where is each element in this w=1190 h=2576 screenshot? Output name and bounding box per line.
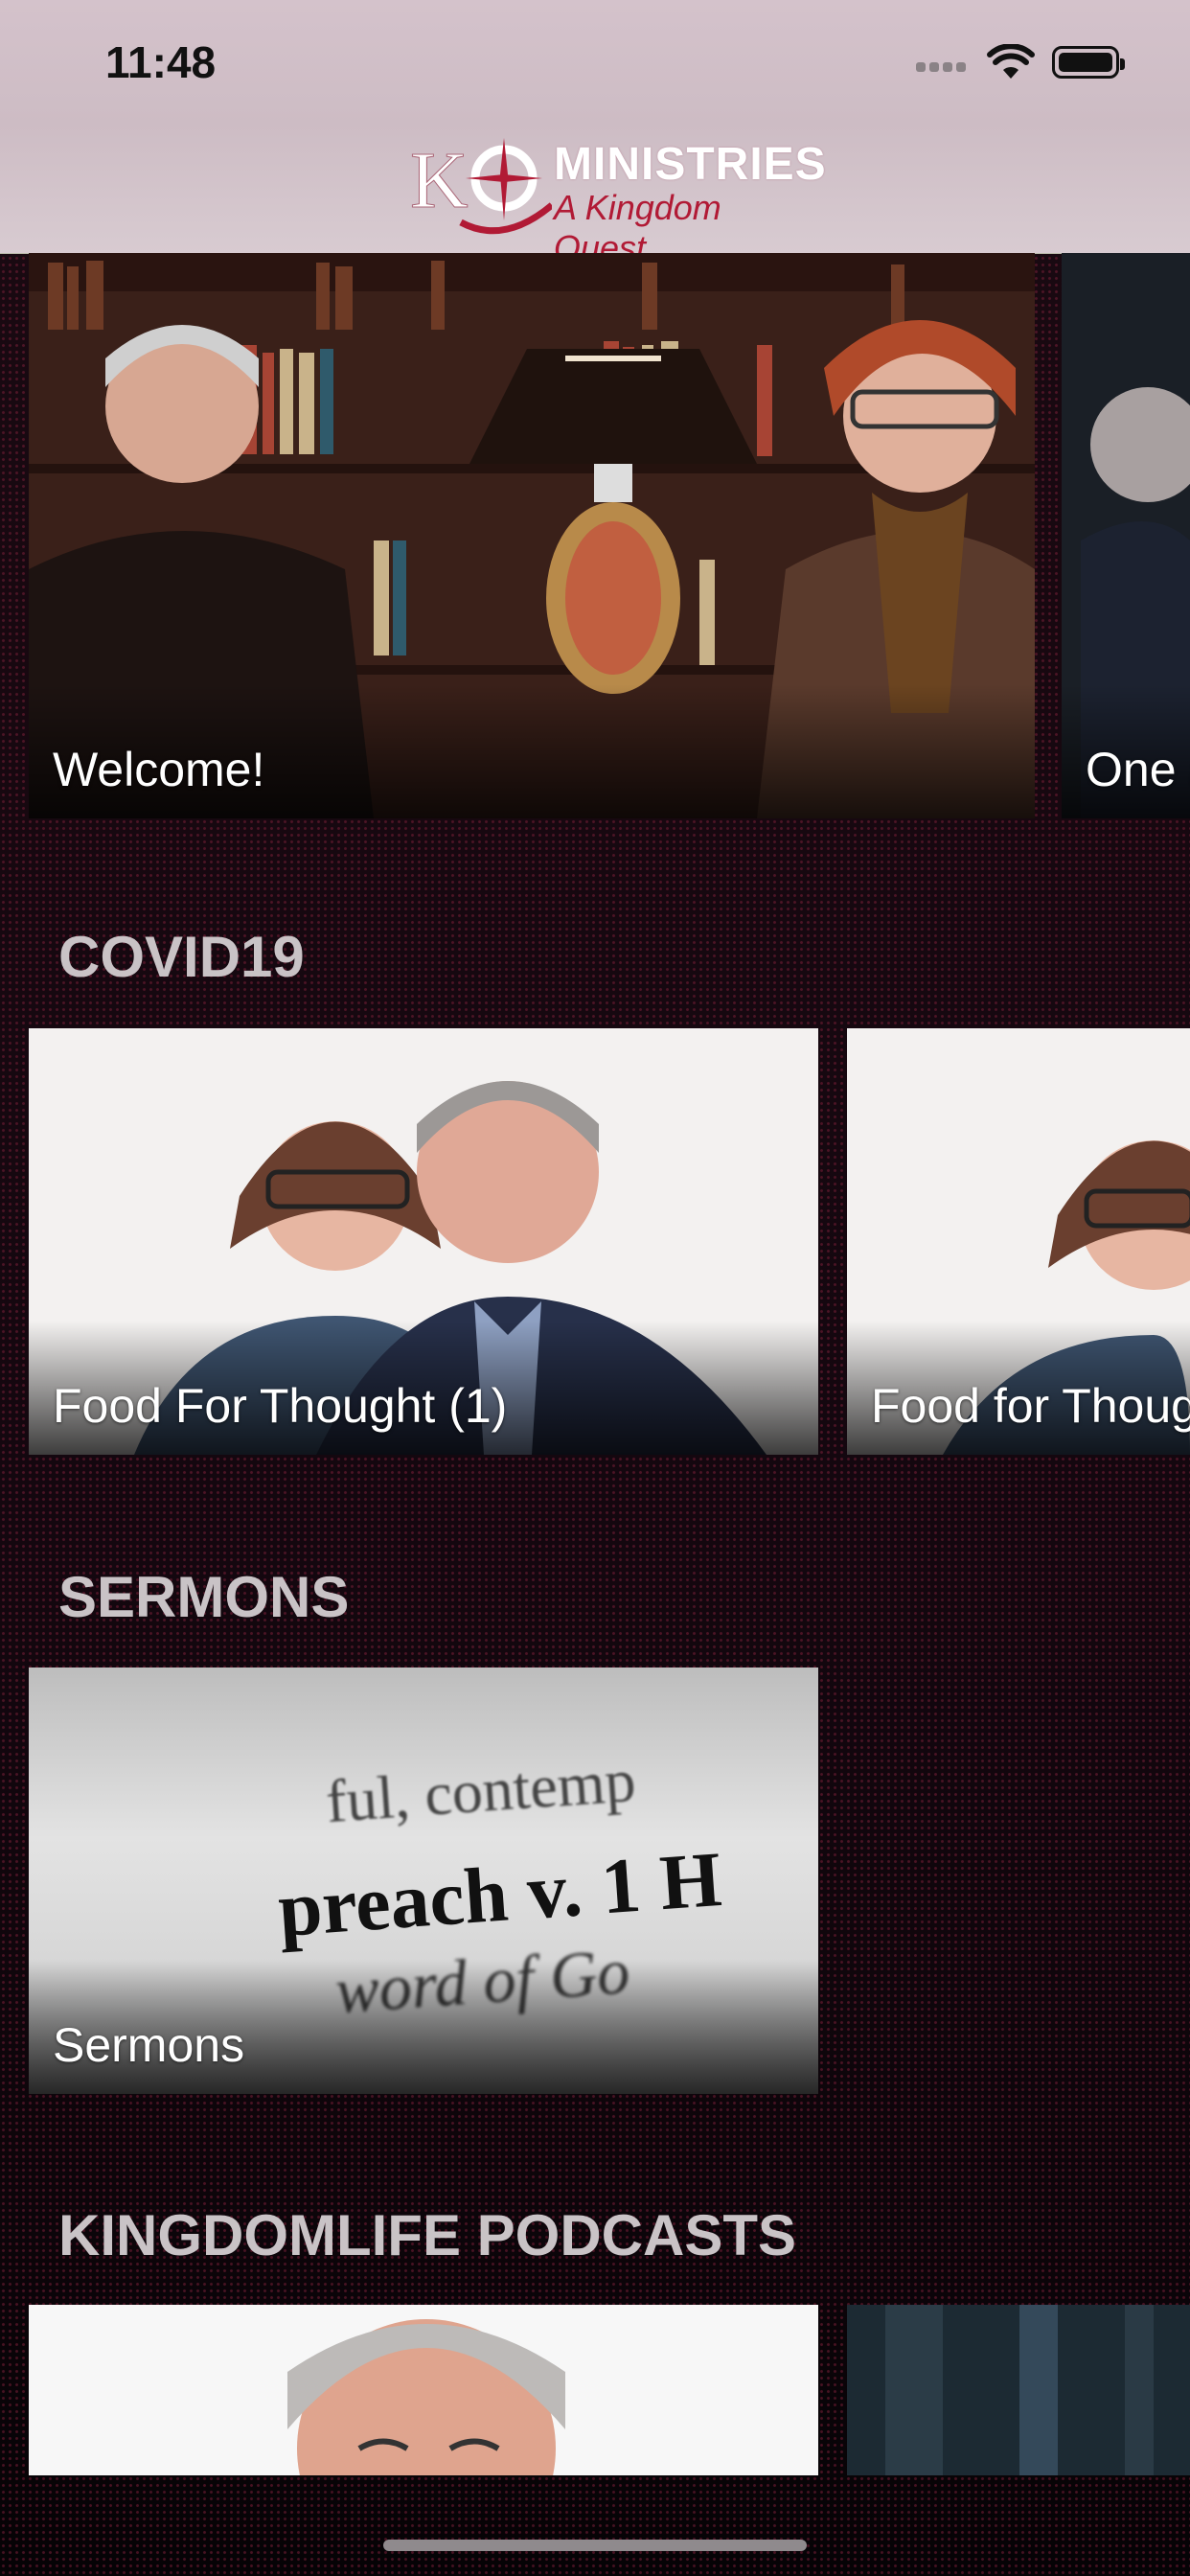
battery-icon [1052,46,1125,79]
svg-text:K: K [410,136,469,225]
dictionary-line: ful, contemp [323,1745,638,1836]
ministry-logo[interactable]: K MINISTRIES A Kingdom Quest [408,128,826,268]
section-title-covid19: COVID19 [58,925,305,989]
podcast-card-2[interactable] [847,2305,1190,2475]
home-indicator[interactable] [383,2540,807,2551]
card-caption: Food For Thought (1) [53,1379,508,1433]
featured-card-second[interactable]: One a [1062,253,1190,818]
podcast-card-1[interactable] [29,2305,818,2475]
sermons-card[interactable]: ful, contemp preach v. 1 H word of Go Se… [29,1668,818,2094]
wifi-icon [987,44,1035,79]
status-time: 11:48 [105,37,217,87]
podcast-host-thumbnail [29,2305,818,2475]
featured-card-welcome[interactable]: Welcome! [29,253,1035,818]
kq-logo-mark-icon: K [410,136,552,235]
card-caption: Sermons [53,2018,245,2072]
card-caption: Food for Thoug [871,1379,1190,1433]
section-title-kingdomlife-podcasts: KINGDOMLIFE PODCASTS [58,2203,797,2267]
dictionary-line: preach v. 1 H [275,1834,724,1954]
featured-caption: Welcome! [53,743,265,796]
status-bar: 11:48 [0,0,1190,125]
featured-caption: One a [1086,743,1190,796]
cellular-signal-icon [916,59,972,73]
section-title-sermons: SERMONS [58,1565,350,1629]
covid-card-food-for-thought-2[interactable]: Food for Thoug [847,1028,1190,1455]
logo-brand-text: MINISTRIES [554,139,827,190]
podcast-thumbnail [847,2305,1190,2475]
covid-card-food-for-thought-1[interactable]: Food For Thought (1) [29,1028,818,1455]
